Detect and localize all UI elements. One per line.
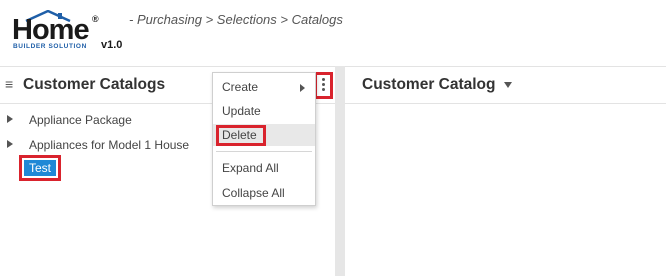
caret-down-icon[interactable] [504, 82, 512, 88]
home-builder-logo[interactable]: Home ® BUILDER SOLUTION v1.0 [10, 10, 126, 52]
expand-arrow-icon[interactable] [7, 115, 13, 123]
app-header: Home ® BUILDER SOLUTION v1.0 - Purchasin… [0, 0, 666, 62]
tree-node[interactable]: Appliance Package [0, 109, 210, 131]
submenu-arrow-icon [300, 84, 305, 92]
options-menu-button[interactable] [314, 72, 333, 99]
menu-item-update[interactable]: Update [213, 100, 315, 122]
panel-title: Customer Catalogs [23, 76, 166, 93]
registered-mark: ® [92, 14, 99, 24]
menu-item-label: Delete [222, 128, 257, 142]
context-menu: Create Update Delete Expand All Collapse… [212, 72, 316, 206]
customer-catalog-panel: Customer Catalog [345, 66, 666, 276]
kebab-vertical-icon [322, 78, 325, 93]
tree-node-selected[interactable]: Test [24, 160, 56, 176]
menu-item-delete[interactable]: Delete [213, 124, 315, 146]
tree-node-label[interactable]: Appliances for Model 1 House [29, 138, 189, 152]
menu-item-expand-all[interactable]: Expand All [213, 157, 315, 179]
menu-item-label: Collapse All [222, 186, 285, 200]
menu-item-label: Expand All [222, 161, 279, 175]
menu-separator [216, 151, 312, 152]
menu-item-label: Update [222, 104, 261, 118]
panel-splitter[interactable] [335, 66, 345, 276]
logo-subtitle: BUILDER SOLUTION [13, 43, 87, 50]
version-label: v1.0 [101, 39, 123, 51]
tree-node-label[interactable]: Appliance Package [29, 113, 132, 127]
hamburger-icon[interactable]: ≡ [5, 77, 13, 91]
panel-header: Customer Catalog [345, 66, 666, 104]
tree-node[interactable]: Appliances for Model 1 House [0, 134, 210, 156]
breadcrumb: - Purchasing > Selections > Catalogs [129, 12, 343, 27]
expand-arrow-icon[interactable] [7, 140, 13, 148]
menu-item-label: Create [222, 80, 259, 94]
selected-node-highlight: Test [19, 155, 61, 181]
panel-title[interactable]: Customer Catalog [362, 76, 496, 94]
logo-wordmark: Home [12, 14, 90, 46]
menu-item-collapse-all[interactable]: Collapse All [213, 182, 315, 204]
menu-item-create[interactable]: Create [213, 76, 315, 98]
